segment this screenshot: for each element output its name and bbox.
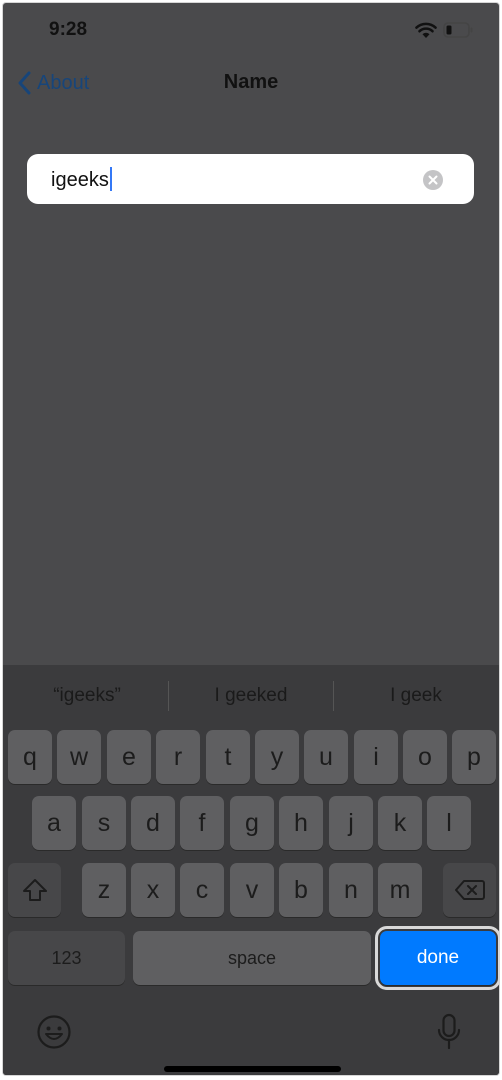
suggestion-bar: “igeeks” I geeked I geek [3, 665, 499, 727]
key-k[interactable]: k [378, 796, 422, 850]
numbers-key[interactable]: 123 [8, 931, 125, 985]
text-caret [109, 167, 112, 191]
key-t[interactable]: t [206, 730, 250, 784]
suggestion-item[interactable]: I geeked [169, 685, 333, 707]
key-u[interactable]: u [304, 730, 348, 784]
key-h[interactable]: h [279, 796, 323, 850]
name-input[interactable]: igeeks [27, 154, 474, 204]
key-j[interactable]: j [329, 796, 373, 850]
delete-key[interactable] [443, 863, 496, 917]
key-x[interactable]: x [131, 863, 175, 917]
key-e[interactable]: e [107, 730, 151, 784]
space-key[interactable]: space [133, 931, 371, 985]
key-i[interactable]: i [354, 730, 398, 784]
microphone-icon[interactable] [436, 1013, 462, 1051]
home-indicator[interactable] [164, 1066, 341, 1072]
key-p[interactable]: p [452, 730, 496, 784]
keyboard: “igeeks” I geeked I geek q w e r t y u i… [3, 665, 499, 1075]
key-y[interactable]: y [255, 730, 299, 784]
status-bar: 9:28 [3, 3, 499, 59]
backspace-icon [454, 880, 485, 900]
suggestion-item[interactable]: “igeeks” [5, 685, 169, 707]
key-a[interactable]: a [32, 796, 76, 850]
phone-screen: 9:28 About Name igeeks “igeeks” I geeked… [2, 2, 500, 1076]
key-s[interactable]: s [82, 796, 126, 850]
key-b[interactable]: b [279, 863, 323, 917]
key-c[interactable]: c [180, 863, 224, 917]
clear-text-icon[interactable] [423, 170, 443, 190]
navigation-bar: About Name [3, 59, 499, 109]
key-q[interactable]: q [8, 730, 52, 784]
key-n[interactable]: n [329, 863, 373, 917]
key-g[interactable]: g [230, 796, 274, 850]
page-title: Name [223, 71, 279, 93]
name-input-value: igeeks [51, 167, 112, 192]
key-m[interactable]: m [378, 863, 422, 917]
shift-arrow-icon [22, 879, 47, 901]
key-z[interactable]: z [82, 863, 126, 917]
key-f[interactable]: f [180, 796, 224, 850]
key-w[interactable]: w [57, 730, 101, 784]
key-v[interactable]: v [230, 863, 274, 917]
key-l[interactable]: l [427, 796, 471, 850]
suggestion-item[interactable]: I geek [334, 685, 498, 707]
key-d[interactable]: d [131, 796, 175, 850]
key-o[interactable]: o [403, 730, 447, 784]
battery-icon [443, 22, 473, 38]
shift-key[interactable] [8, 863, 61, 917]
key-r[interactable]: r [156, 730, 200, 784]
done-button[interactable]: done [375, 926, 499, 990]
emoji-icon[interactable] [36, 1014, 72, 1050]
wifi-icon [415, 22, 437, 38]
status-time: 9:28 [49, 19, 88, 40]
